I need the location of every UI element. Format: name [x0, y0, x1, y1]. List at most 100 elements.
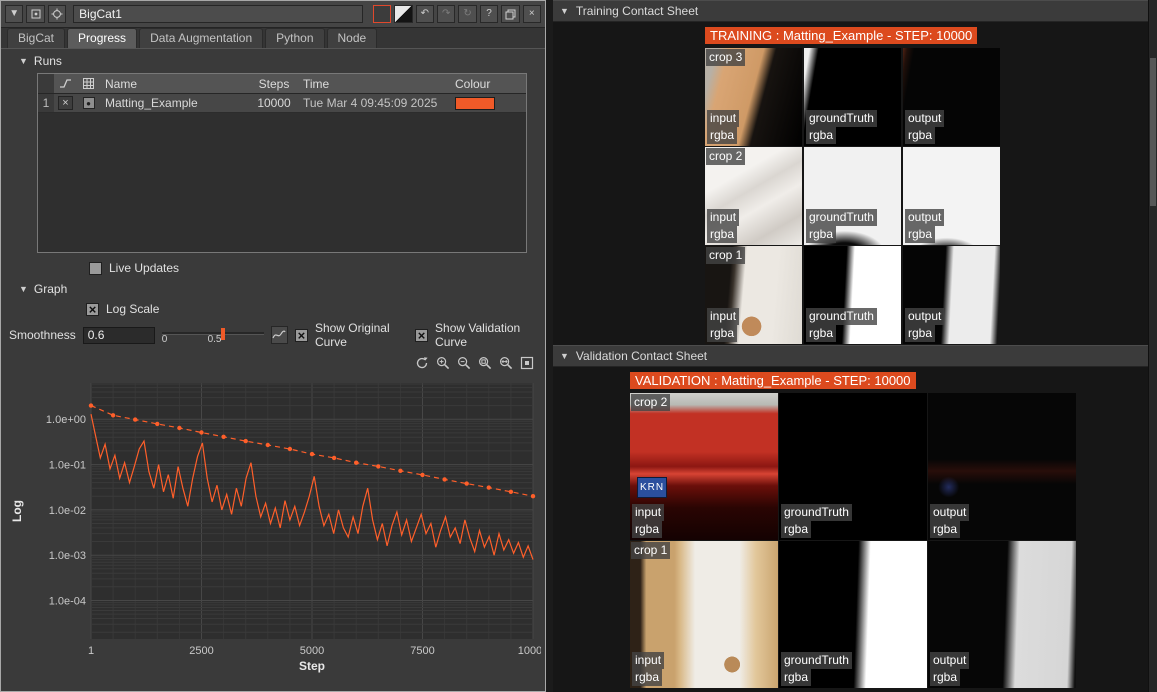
- pass-label: output: [930, 504, 969, 521]
- runs-section-header[interactable]: ▼ Runs: [1, 49, 545, 71]
- node-color-swatch-button[interactable]: [373, 5, 391, 23]
- log-scale-label: Log Scale: [106, 302, 159, 316]
- tab-data-augmentation[interactable]: Data Augmentation: [139, 28, 263, 48]
- image-label-block: inputrgba: [707, 209, 739, 243]
- dag-focus-button[interactable]: [48, 5, 66, 23]
- node-icon: [30, 8, 42, 20]
- live-updates-checkbox[interactable]: [89, 262, 102, 275]
- validation-sheet-header[interactable]: ▼ Validation Contact Sheet: [553, 345, 1157, 367]
- graph-section-header[interactable]: ▼ Graph: [1, 277, 545, 299]
- output-image: outputrgba: [928, 393, 1076, 540]
- loss-graph[interactable]: 1.0e+001.0e-011.0e-021.0e-031.0e-0412500…: [5, 375, 541, 675]
- smoothness-slider[interactable]: 0 0.5: [162, 325, 264, 345]
- revert-button[interactable]: ↻: [458, 5, 476, 23]
- reset-zoom-button[interactable]: [414, 355, 430, 371]
- training-contact-sheet[interactable]: TRAINING : Matting_Example - STEP: 10000…: [553, 22, 1157, 345]
- collapse-triangle-icon: ▼: [19, 284, 28, 294]
- runs-table-header: Name Steps Time Colour: [38, 74, 526, 94]
- node-icon-button[interactable]: [26, 5, 44, 23]
- image-label-block: inputrgba: [632, 652, 664, 686]
- menu-triangle-icon: ▼: [9, 9, 19, 19]
- undo-button[interactable]: ↶: [416, 5, 434, 23]
- image-label-block: groundTruthrgba: [781, 652, 852, 686]
- header-steps[interactable]: Steps: [250, 77, 298, 91]
- groundTruth-image: groundTruthrgba: [804, 246, 901, 344]
- training-sheet-header-label: Training Contact Sheet: [576, 4, 698, 18]
- run-colour-swatch[interactable]: [455, 97, 495, 110]
- loss-graph-area[interactable]: 1.0e+001.0e-011.0e-021.0e-031.0e-0412500…: [5, 375, 541, 678]
- image-label-block: outputrgba: [905, 308, 944, 342]
- panel-divider[interactable]: [546, 0, 553, 692]
- header-delete-column[interactable]: [54, 78, 77, 89]
- image-label-block: outputrgba: [905, 110, 944, 144]
- image-label-block: inputrgba: [707, 110, 739, 144]
- curve-icon: [272, 330, 286, 340]
- viewer-panel: ▼ Training Contact Sheet TRAINING : Matt…: [553, 0, 1157, 692]
- frame-all-button[interactable]: [519, 355, 535, 371]
- curve-tool-button[interactable]: [271, 326, 288, 344]
- input-image: crop 1inputrgba: [705, 246, 802, 344]
- run-row[interactable]: 1 × ● Matting_Example 10000 Tue Mar 4 09…: [38, 94, 526, 113]
- show-validation-curve-label: Show Validation Curve: [435, 321, 537, 349]
- run-select-radio[interactable]: ●: [83, 97, 95, 109]
- close-panel-button[interactable]: ×: [523, 5, 541, 23]
- image-label-block: groundTruthrgba: [806, 308, 877, 342]
- redo-button[interactable]: ↷: [437, 5, 455, 23]
- tab-node[interactable]: Node: [327, 28, 378, 48]
- node-name-input[interactable]: [73, 5, 363, 23]
- zoom-in-button[interactable]: [435, 355, 451, 371]
- viewer-scrollbar-thumb[interactable]: [1150, 58, 1156, 206]
- properties-panel: ▼ ↶ ↷ ↻ ? × BigCat Progress Data Augm: [0, 0, 546, 692]
- viewer-scrollbar[interactable]: [1148, 0, 1157, 692]
- check-x-icon: ×: [89, 303, 97, 316]
- tab-progress[interactable]: Progress: [67, 28, 137, 48]
- training-sheet-header[interactable]: ▼ Training Contact Sheet: [553, 0, 1157, 22]
- crop-label: crop 1: [706, 247, 745, 264]
- header-select-column[interactable]: [77, 78, 100, 89]
- reset-zoom-icon: [415, 356, 429, 370]
- close-icon: ×: [529, 9, 535, 19]
- pass-label: input: [707, 209, 739, 226]
- help-button[interactable]: ?: [480, 5, 498, 23]
- show-original-curve-checkbox[interactable]: ×: [295, 329, 308, 342]
- channels-label: rgba: [781, 669, 811, 686]
- collapse-triangle-icon: ▼: [19, 56, 28, 66]
- crop-label: crop 1: [631, 542, 670, 559]
- groundTruth-image: groundTruthrgba: [804, 48, 901, 146]
- tab-python[interactable]: Python: [265, 28, 324, 48]
- contact-sheet-row: crop 3inputrgbagroundTruthrgbaoutputrgba: [705, 48, 1157, 146]
- svg-text:Step: Step: [299, 659, 325, 673]
- zoom-out-button[interactable]: [456, 355, 472, 371]
- float-window-button[interactable]: [501, 5, 519, 23]
- svg-text:1.0e-03: 1.0e-03: [49, 550, 86, 562]
- channels-label: rgba: [930, 521, 960, 538]
- header-time[interactable]: Time: [298, 77, 450, 91]
- postage-stamp-button[interactable]: [394, 5, 412, 23]
- header-name[interactable]: Name: [100, 77, 250, 91]
- svg-text:1.0e-01: 1.0e-01: [49, 460, 86, 472]
- validation-contact-sheet[interactable]: VALIDATION : Matting_Example - STEP: 100…: [553, 367, 1157, 692]
- show-validation-curve-checkbox[interactable]: ×: [415, 329, 428, 342]
- panel-menu-button[interactable]: ▼: [5, 5, 23, 23]
- show-original-curve-label: Show Original Curve: [315, 321, 408, 349]
- log-scale-checkbox[interactable]: ×: [86, 303, 99, 316]
- tab-bigcat[interactable]: BigCat: [7, 28, 65, 48]
- pass-label: input: [707, 110, 739, 127]
- zoom-region-icon: [478, 356, 492, 370]
- svg-text:10000: 10000: [518, 645, 541, 657]
- run-name: Matting_Example: [100, 96, 250, 110]
- zoom-fit-x-button[interactable]: [498, 355, 514, 371]
- zoom-region-button[interactable]: [477, 355, 493, 371]
- header-gutter: [38, 74, 54, 93]
- pass-label: output: [905, 110, 944, 127]
- header-colour[interactable]: Colour: [450, 77, 526, 91]
- svg-text:2500: 2500: [189, 645, 213, 657]
- smoothness-input[interactable]: [83, 327, 155, 344]
- channels-label: rgba: [707, 226, 737, 243]
- image-label-block: groundTruthrgba: [806, 209, 877, 243]
- delete-run-button[interactable]: ×: [58, 96, 73, 110]
- svg-text:1.0e-04: 1.0e-04: [49, 596, 86, 608]
- channels-label: rgba: [632, 669, 662, 686]
- svg-text:5000: 5000: [300, 645, 324, 657]
- graph-zoom-toolbar: [1, 351, 545, 373]
